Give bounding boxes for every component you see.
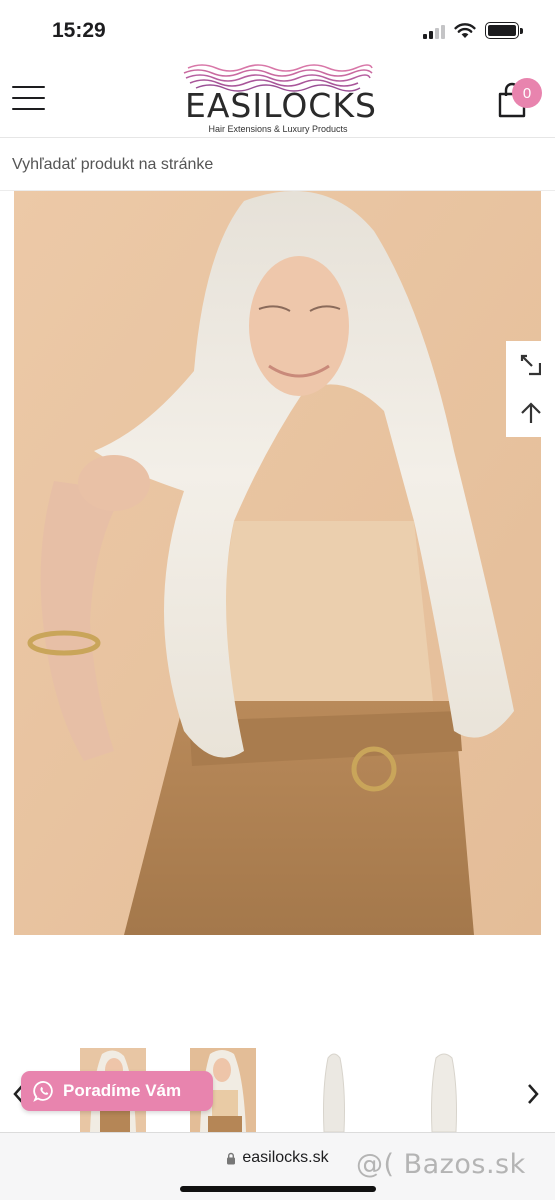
whatsapp-icon — [33, 1081, 53, 1102]
search-row — [0, 139, 555, 191]
menu-icon[interactable] — [12, 86, 45, 110]
status-bar: 15:29 — [0, 0, 555, 60]
site-header: EASILOCKS Hair Extensions & Luxury Produ… — [0, 60, 555, 138]
status-icons — [423, 22, 523, 39]
product-image[interactable] — [14, 191, 541, 935]
home-indicator — [180, 1186, 376, 1192]
browser-bottom-bar: easilocks.sk @( Bazos.sk — [0, 1132, 555, 1200]
arrow-up-icon — [521, 402, 541, 423]
watermark: @( Bazos.sk — [356, 1149, 526, 1180]
expand-icon — [520, 354, 541, 376]
cart-count-badge[interactable]: 0 — [512, 78, 542, 108]
logo-text: EASILOCKS — [185, 86, 377, 125]
logo-tagline: Hair Extensions & Luxury Products — [208, 124, 348, 134]
battery-icon — [485, 22, 523, 39]
url-text: easilocks.sk — [242, 1149, 329, 1166]
status-time: 15:29 — [52, 19, 106, 42]
cellular-signal-icon — [423, 23, 445, 39]
wifi-icon — [454, 23, 476, 38]
chat-help-button[interactable]: Poradíme Vám — [21, 1071, 213, 1111]
help-button-label: Poradíme Vám — [63, 1081, 182, 1100]
scroll-top-button[interactable] — [506, 389, 541, 437]
thumbnail[interactable] — [300, 1048, 366, 1132]
lock-icon — [227, 1152, 236, 1164]
search-input[interactable] — [12, 151, 532, 179]
chevron-right-icon[interactable] — [526, 1082, 540, 1106]
thumbnail[interactable] — [410, 1048, 476, 1132]
logo[interactable]: EASILOCKS Hair Extensions & Luxury Produ… — [182, 62, 377, 136]
model-photo — [14, 191, 541, 935]
fullscreen-button[interactable] — [506, 341, 541, 389]
